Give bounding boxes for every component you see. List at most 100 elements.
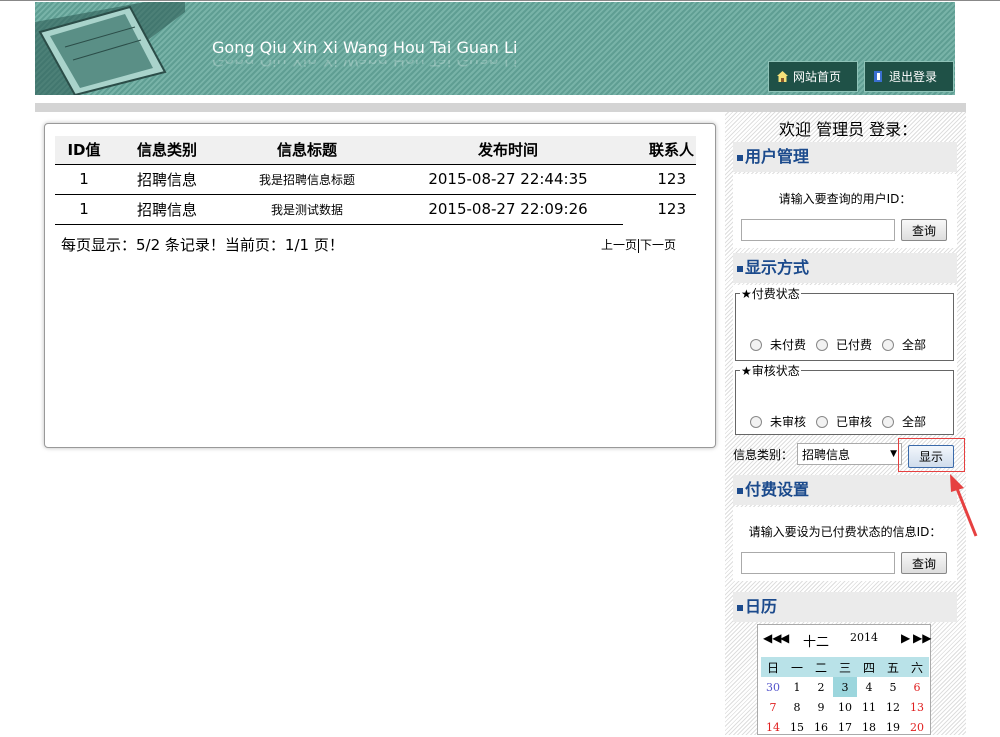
cell-category: 招聘信息 xyxy=(113,164,221,195)
bullet-icon xyxy=(737,604,743,611)
radio-paid[interactable] xyxy=(816,338,829,351)
category-row: 信息类别： 招聘信息 ▼ xyxy=(733,443,903,465)
calendar-header: ◀◀ ◀ 十二 2014 ▶ ▶▶ xyxy=(758,625,931,651)
site-title: Gong Qiu Xin Xi Wang Hou Tai Guan Li xyxy=(212,38,518,57)
logout-icon xyxy=(874,71,882,82)
calendar-day[interactable]: 18 xyxy=(857,717,881,737)
top-border xyxy=(0,0,1000,1)
calendar-day-today[interactable]: 3 xyxy=(833,677,857,697)
calendar-day[interactable]: 15 xyxy=(785,717,809,737)
table-row[interactable]: 1 招聘信息 我是招聘信息标题 2015-08-27 22:44:35 123 xyxy=(55,164,696,195)
annotation-arrow-icon xyxy=(950,474,978,537)
col-contact: 联系人 xyxy=(623,136,696,165)
home-button[interactable]: 网站首页 xyxy=(768,61,858,92)
pay-id-input[interactable] xyxy=(741,552,895,574)
cell-time: 2015-08-27 22:44:35 xyxy=(393,164,623,195)
calendar-day[interactable]: 7 xyxy=(761,697,785,717)
radio-unpaid-label: 未付费 xyxy=(770,338,807,352)
calendar-day[interactable]: 4 xyxy=(857,677,881,697)
audit-status-legend: ★审核状态 xyxy=(741,364,800,378)
calendar-day[interactable]: 16 xyxy=(809,717,833,737)
weekday-row: 日 一 二 三 四 五 六 xyxy=(761,657,929,677)
calendar-widget: ◀◀ ◀ 十二 2014 ▶ ▶▶ 日 一 二 三 四 五 六 30 1 2 3… xyxy=(757,624,931,735)
user-mgmt-body: 请输入要查询的用户ID： 查询 xyxy=(733,174,957,248)
prev-year-icon[interactable]: ◀◀ xyxy=(763,631,781,645)
next-month-icon[interactable]: ▶ xyxy=(901,631,910,645)
bullet-icon xyxy=(737,487,743,494)
radio-audit-all[interactable] xyxy=(882,415,895,428)
pay-setting-title-text: 付费设置 xyxy=(745,480,810,499)
cell-title[interactable]: 我是招聘信息标题 xyxy=(221,164,393,195)
calendar-day[interactable]: 9 xyxy=(809,697,833,717)
calendar-day[interactable]: 20 xyxy=(905,717,929,737)
pay-query-button[interactable]: 查询 xyxy=(901,552,947,574)
radio-pay-all-label: 全部 xyxy=(902,338,927,352)
chevron-down-icon: ▼ xyxy=(890,449,898,459)
table-row[interactable]: 1 招聘信息 我是测试数据 2015-08-27 22:09:26 123 xyxy=(55,194,696,225)
radio-pay-all[interactable] xyxy=(882,338,895,351)
next-year-icon[interactable]: ▶▶ xyxy=(913,631,931,645)
calendar-day[interactable]: 2 xyxy=(809,677,833,697)
prev-month-icon[interactable]: ◀ xyxy=(780,631,789,645)
pay-setting-body: 请输入要设为已付费状态的信息ID： 查询 xyxy=(733,507,957,581)
user-id-input[interactable] xyxy=(741,219,895,241)
calendar-day[interactable]: 6 xyxy=(905,677,929,697)
calendar-title: 日历 xyxy=(733,592,957,622)
calendar-day[interactable]: 12 xyxy=(881,697,905,717)
calendar-day[interactable]: 1 xyxy=(785,677,809,697)
calendar-week: 30 1 2 3 4 5 6 xyxy=(761,677,929,697)
pay-id-prompt: 请输入要设为已付费状态的信息ID： xyxy=(748,525,942,539)
weekday: 六 xyxy=(905,657,929,677)
calendar-title-text: 日历 xyxy=(745,597,778,616)
user-mgmt-title-text: 用户管理 xyxy=(745,147,810,166)
info-table: ID值 信息类别 信息标题 发布时间 联系人 1 招聘信息 我是招聘信息标题 2… xyxy=(55,136,696,225)
show-button[interactable]: 显示 xyxy=(908,445,954,468)
radio-unaudited[interactable] xyxy=(750,415,762,428)
site-title-reflection: Gong Qiu Xin Xi Wang Hou Tai Guan Li xyxy=(212,60,518,70)
radio-unaudited-label: 未审核 xyxy=(770,415,807,429)
calendar-week: 7 8 9 10 11 12 13 xyxy=(761,697,929,717)
weekday: 日 xyxy=(761,657,785,677)
calendar-day[interactable]: 13 xyxy=(905,697,929,717)
cell-contact: 123 xyxy=(623,164,696,195)
col-category: 信息类别 xyxy=(113,136,221,165)
calendar-day[interactable]: 10 xyxy=(833,697,857,717)
cell-category: 招聘信息 xyxy=(113,194,221,225)
laptop-illustration xyxy=(35,2,185,95)
category-select-value: 招聘信息 xyxy=(802,447,851,462)
calendar-day[interactable]: 19 xyxy=(881,717,905,737)
weekday: 四 xyxy=(857,657,881,677)
cell-time: 2015-08-27 22:09:26 xyxy=(393,194,623,225)
cell-id: 1 xyxy=(55,164,113,195)
header-divider xyxy=(35,103,966,112)
pay-status-options: 未付费 已付费 全部 xyxy=(750,336,936,353)
welcome-text: 欢迎 管理员 登录： xyxy=(779,120,918,139)
calendar-day[interactable]: 5 xyxy=(881,677,905,697)
category-select[interactable]: 招聘信息 ▼ xyxy=(797,443,903,465)
user-mgmt-title: 用户管理 xyxy=(733,142,957,172)
cell-id: 1 xyxy=(55,194,113,225)
calendar-day[interactable]: 14 xyxy=(761,717,785,737)
display-mode-title: 显示方式 xyxy=(733,253,957,283)
pay-status-group: ★付费状态 未付费 已付费 全部 xyxy=(735,285,954,361)
user-query-button[interactable]: 查询 xyxy=(901,219,947,241)
pager-separator xyxy=(638,238,640,253)
logout-button[interactable]: 退出登录 xyxy=(864,61,954,92)
calendar-day[interactable]: 11 xyxy=(857,697,881,717)
radio-audited[interactable] xyxy=(816,415,829,428)
calendar-day[interactable]: 17 xyxy=(833,717,857,737)
prev-page-link[interactable]: 上一页 xyxy=(601,238,637,252)
home-button-label: 网站首页 xyxy=(793,70,842,84)
radio-paid-label: 已付费 xyxy=(836,338,873,352)
pay-setting-title: 付费设置 xyxy=(733,475,957,505)
radio-unpaid[interactable] xyxy=(750,338,762,351)
table-header-row: ID值 信息类别 信息标题 发布时间 联系人 xyxy=(55,136,696,165)
calendar-day[interactable]: 8 xyxy=(785,697,809,717)
audit-status-options: 未审核 已审核 全部 xyxy=(750,413,936,430)
calendar-year: 2014 xyxy=(850,631,878,644)
calendar-day[interactable]: 30 xyxy=(761,677,785,697)
cell-title[interactable]: 我是测试数据 xyxy=(221,194,393,225)
bullet-icon xyxy=(737,154,743,161)
header-banner: Gong Qiu Xin Xi Wang Hou Tai Guan Li Gon… xyxy=(35,2,955,95)
next-page-link[interactable]: 下一页 xyxy=(640,238,676,252)
